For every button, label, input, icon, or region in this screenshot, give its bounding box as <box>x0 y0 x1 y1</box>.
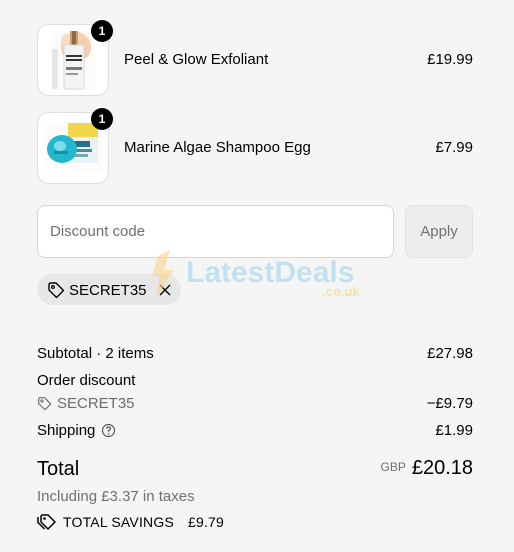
order-discount-value: −£9.79 <box>426 395 473 412</box>
shipping-row: Shipping £1.99 <box>37 422 473 439</box>
shipping-value: £1.99 <box>435 422 473 439</box>
savings-tag-icon <box>37 513 57 534</box>
taxes-note: Including £3.37 in taxes <box>37 488 195 505</box>
latestdeals-watermark-logo: LatestDeals .co.uk <box>148 248 370 309</box>
tag-icon <box>37 396 52 415</box>
cart-item: 1 Peel & Glow Exfoliant £19.99 <box>37 20 473 96</box>
shipping-label: Shipping <box>37 422 96 439</box>
total-price: GBP £20.18 <box>380 457 473 480</box>
product-image-shampoo-egg: 1 <box>37 108 113 184</box>
tag-icon <box>47 281 65 304</box>
svg-text:.co.uk: .co.uk <box>322 284 360 299</box>
subtotal-row: Subtotal · 2 items £27.98 <box>37 345 473 362</box>
subtotal-label: Subtotal <box>37 345 93 362</box>
cart-item: 1 Marine Algae Shampoo Egg £7.99 <box>37 108 473 184</box>
total-currency: GBP <box>380 460 406 474</box>
order-discount-code: SECRET35 <box>57 395 135 412</box>
item-price: £7.99 <box>435 139 473 156</box>
order-discount-label: Order discount <box>37 372 136 389</box>
item-price: £19.99 <box>427 51 473 68</box>
savings-label: TOTAL SAVINGS <box>63 514 174 530</box>
help-icon[interactable] <box>101 423 116 442</box>
apply-button[interactable]: Apply <box>405 205 473 258</box>
applied-code: SECRET35 <box>69 282 147 299</box>
subtotal-items: · 2 items <box>96 345 154 362</box>
item-name: Peel & Glow Exfoliant <box>124 51 269 68</box>
order-discount-row: Order discount <box>37 372 473 389</box>
total-label: Total <box>37 458 80 480</box>
total-value: £20.18 <box>411 457 473 479</box>
product-image-peel-glow: 1 <box>37 20 113 96</box>
quantity-badge: 1 <box>91 20 113 42</box>
quantity-badge: 1 <box>91 108 113 130</box>
subtotal-value: £27.98 <box>427 345 473 362</box>
savings-value: £9.79 <box>188 514 225 530</box>
item-name: Marine Algae Shampoo Egg <box>124 139 311 156</box>
